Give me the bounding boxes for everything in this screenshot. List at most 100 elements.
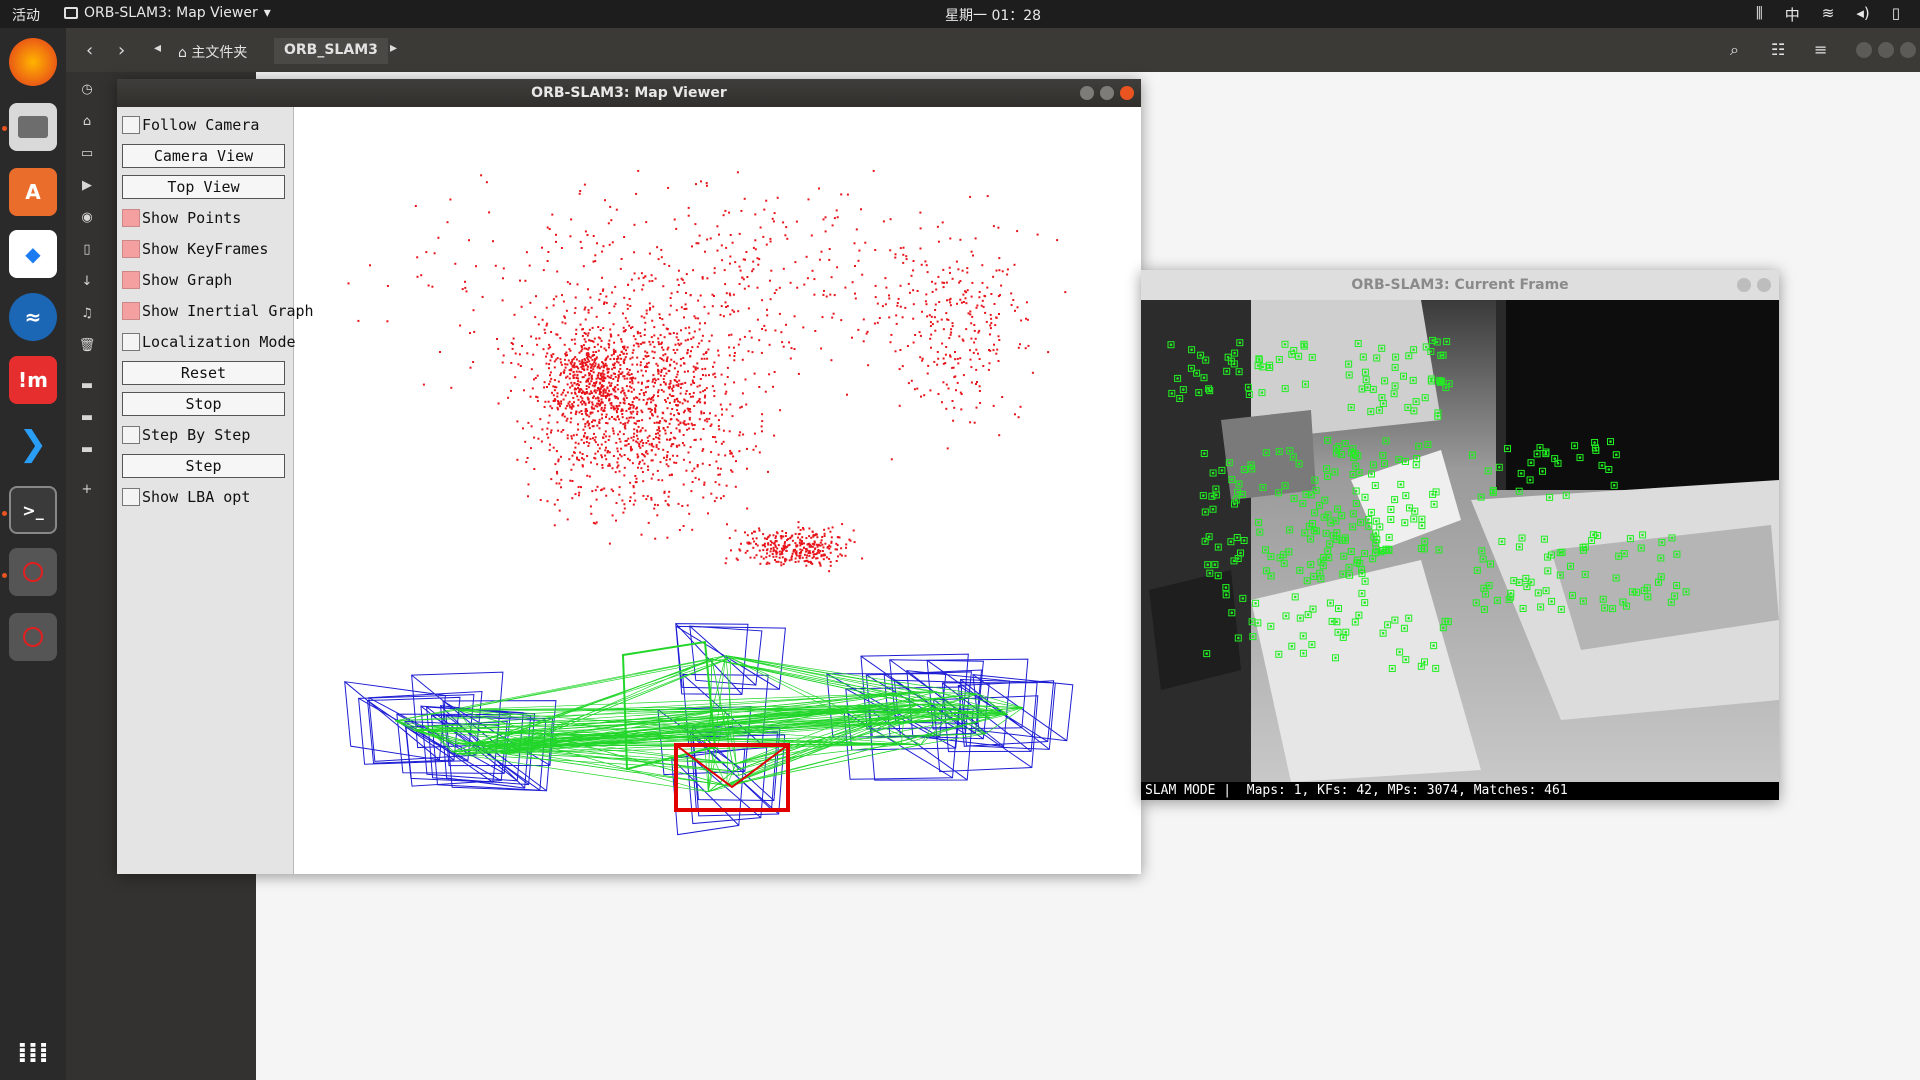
app-menu[interactable]: ORB-SLAM3: Map Viewer ▾: [64, 5, 271, 21]
back-icon[interactable]: ‹: [86, 40, 93, 61]
show-apps-icon[interactable]: ⁞⁞⁞: [9, 1028, 57, 1076]
map-viewer-title: ORB-SLAM3: Map Viewer: [531, 85, 727, 101]
show-graph-checkbox[interactable]: Show Graph: [122, 267, 232, 293]
file-manager-header: ‹ › ◂ ⌂ 主文件夹 ORB_SLAM3 ▸ ⌕ ☷ ≡: [66, 28, 1920, 72]
view-toggle-icon[interactable]: ☷: [1771, 40, 1785, 59]
music-icon[interactable]: ♫: [78, 306, 96, 324]
gamepad: [1149, 570, 1241, 690]
checkbox-box[interactable]: [122, 488, 140, 506]
close-icon[interactable]: [1757, 278, 1771, 292]
close-icon[interactable]: [1900, 42, 1916, 58]
folder-icon[interactable]: ▬: [78, 442, 96, 460]
recent-icon[interactable]: ◷: [78, 82, 96, 100]
close-icon[interactable]: [1120, 86, 1134, 100]
menu-icon[interactable]: ≡: [1814, 40, 1827, 59]
checkbox-box[interactable]: [122, 240, 140, 258]
thunderbird-icon[interactable]: ≈: [9, 293, 57, 341]
files-icon[interactable]: [9, 103, 57, 151]
volume-icon[interactable]: ◂): [1856, 4, 1869, 25]
checkbox-label: Show Graph: [142, 271, 233, 289]
monitor-edge: [1496, 300, 1506, 490]
system-tray[interactable]: ⫼ 中 ≋ ◂) ▯: [1756, 4, 1900, 25]
breadcrumb-right-icon[interactable]: ▸: [390, 40, 397, 56]
checkbox-box[interactable]: [122, 271, 140, 289]
checkbox-label: Show Inertial Graph: [142, 302, 314, 320]
blocked-app-icon[interactable]: [9, 548, 57, 596]
feishu-icon[interactable]: ◆: [9, 230, 57, 278]
documents-icon[interactable]: ▯: [78, 242, 96, 260]
checkbox-label: Show LBA opt: [142, 488, 251, 506]
slam-status-bar: SLAM MODE | Maps: 1, KFs: 42, MPs: 3074,…: [1141, 782, 1779, 800]
reset-button[interactable]: Reset: [122, 360, 285, 386]
stop-button[interactable]: Stop: [122, 391, 285, 417]
terminal-icon[interactable]: >_: [9, 486, 57, 534]
step-button[interactable]: Step: [122, 453, 285, 479]
current-frame-titlebar[interactable]: ORB-SLAM3: Current Frame: [1141, 270, 1779, 300]
blocked-app-icon[interactable]: [9, 613, 57, 661]
monitor: [1496, 300, 1779, 490]
minimize-icon[interactable]: [1737, 278, 1751, 292]
breadcrumb-home[interactable]: ⌂ 主文件夹: [168, 38, 257, 64]
running-indicator: [2, 573, 7, 578]
show-points-checkbox[interactable]: Show Points: [122, 205, 241, 231]
minimize-icon[interactable]: [1080, 86, 1094, 100]
videos-icon[interactable]: ▶: [78, 178, 96, 196]
running-indicator: [2, 511, 7, 516]
wifi-icon[interactable]: ≋: [1822, 4, 1835, 25]
map-canvas[interactable]: [295, 107, 1141, 874]
step-by-step-checkbox[interactable]: Step By Step: [122, 422, 250, 448]
desktop-icon[interactable]: ▭: [78, 146, 96, 164]
maximize-icon[interactable]: [1100, 86, 1114, 100]
add-location-icon[interactable]: +: [78, 482, 96, 500]
checkbox-box[interactable]: [122, 302, 140, 320]
network-icon[interactable]: ⫼: [1756, 4, 1763, 25]
localization-mode-checkbox[interactable]: Localization Mode: [122, 329, 296, 355]
app-menu-label: ORB-SLAM3: Map Viewer: [84, 5, 258, 21]
checkbox-label: Show KeyFrames: [142, 240, 269, 258]
input-method[interactable]: 中: [1785, 4, 1800, 25]
folder-icon[interactable]: ▬: [78, 410, 96, 428]
map-viewer-window: ORB-SLAM3: Map Viewer Follow Camera Camer…: [117, 79, 1141, 874]
pictures-icon[interactable]: ◉: [78, 210, 96, 228]
checkbox-label: Localization Mode: [142, 333, 296, 351]
vscode-icon[interactable]: ❯: [9, 420, 57, 468]
camera-view-button[interactable]: Camera View: [122, 143, 285, 169]
current-frame-window: ORB-SLAM3: Current Frame SLAM MODE | Map…: [1141, 270, 1779, 800]
breadcrumb-left-icon[interactable]: ◂: [154, 40, 161, 56]
map-points: [347, 169, 1067, 573]
minimize-icon[interactable]: [1856, 42, 1872, 58]
checkbox-box[interactable]: [122, 209, 140, 227]
follow-camera-checkbox[interactable]: Follow Camera: [122, 112, 259, 138]
downloads-icon[interactable]: ↓: [78, 274, 96, 292]
maximize-icon[interactable]: [1878, 42, 1894, 58]
dock: A ◆ ≈ !m ❯ >_ ⁞⁞⁞: [0, 28, 66, 1080]
button-label: Camera View: [122, 144, 285, 168]
folder-icon[interactable]: ▬: [78, 378, 96, 396]
breadcrumb-current[interactable]: ORB_SLAM3: [274, 38, 388, 64]
checkbox-label: Step By Step: [142, 426, 251, 444]
show-lba-opt-checkbox[interactable]: Show LBA opt: [122, 484, 250, 510]
show-keyframes-checkbox[interactable]: Show KeyFrames: [122, 236, 268, 262]
checkbox-box[interactable]: [122, 116, 140, 134]
im-icon[interactable]: !m: [9, 356, 57, 404]
checkbox-box[interactable]: [122, 333, 140, 351]
activities-button[interactable]: 活动: [12, 5, 40, 25]
show-inertial-graph-checkbox[interactable]: Show Inertial Graph: [122, 298, 314, 324]
checkbox-box[interactable]: [122, 426, 140, 444]
forward-icon[interactable]: ›: [118, 40, 125, 61]
control-panel: Follow Camera Camera View Top View Show Poi…: [117, 107, 314, 874]
clock[interactable]: 星期一 01：28: [945, 5, 1041, 25]
top-view-button[interactable]: Top View: [122, 174, 285, 200]
window-icon: [64, 7, 78, 19]
breadcrumb-home-label: 主文件夹: [191, 45, 248, 61]
running-indicator: [2, 126, 7, 131]
map-viewer-titlebar[interactable]: ORB-SLAM3: Map Viewer: [117, 79, 1141, 107]
book: [1221, 410, 1316, 500]
home-icon[interactable]: ⌂: [78, 114, 96, 132]
trash-icon[interactable]: 🗑: [78, 338, 96, 356]
current-frame-title: ORB-SLAM3: Current Frame: [1351, 277, 1569, 293]
power-icon[interactable]: ▯: [1892, 4, 1900, 25]
software-icon[interactable]: A: [9, 168, 57, 216]
firefox-icon[interactable]: [9, 38, 57, 86]
search-icon[interactable]: ⌕: [1730, 40, 1739, 60]
